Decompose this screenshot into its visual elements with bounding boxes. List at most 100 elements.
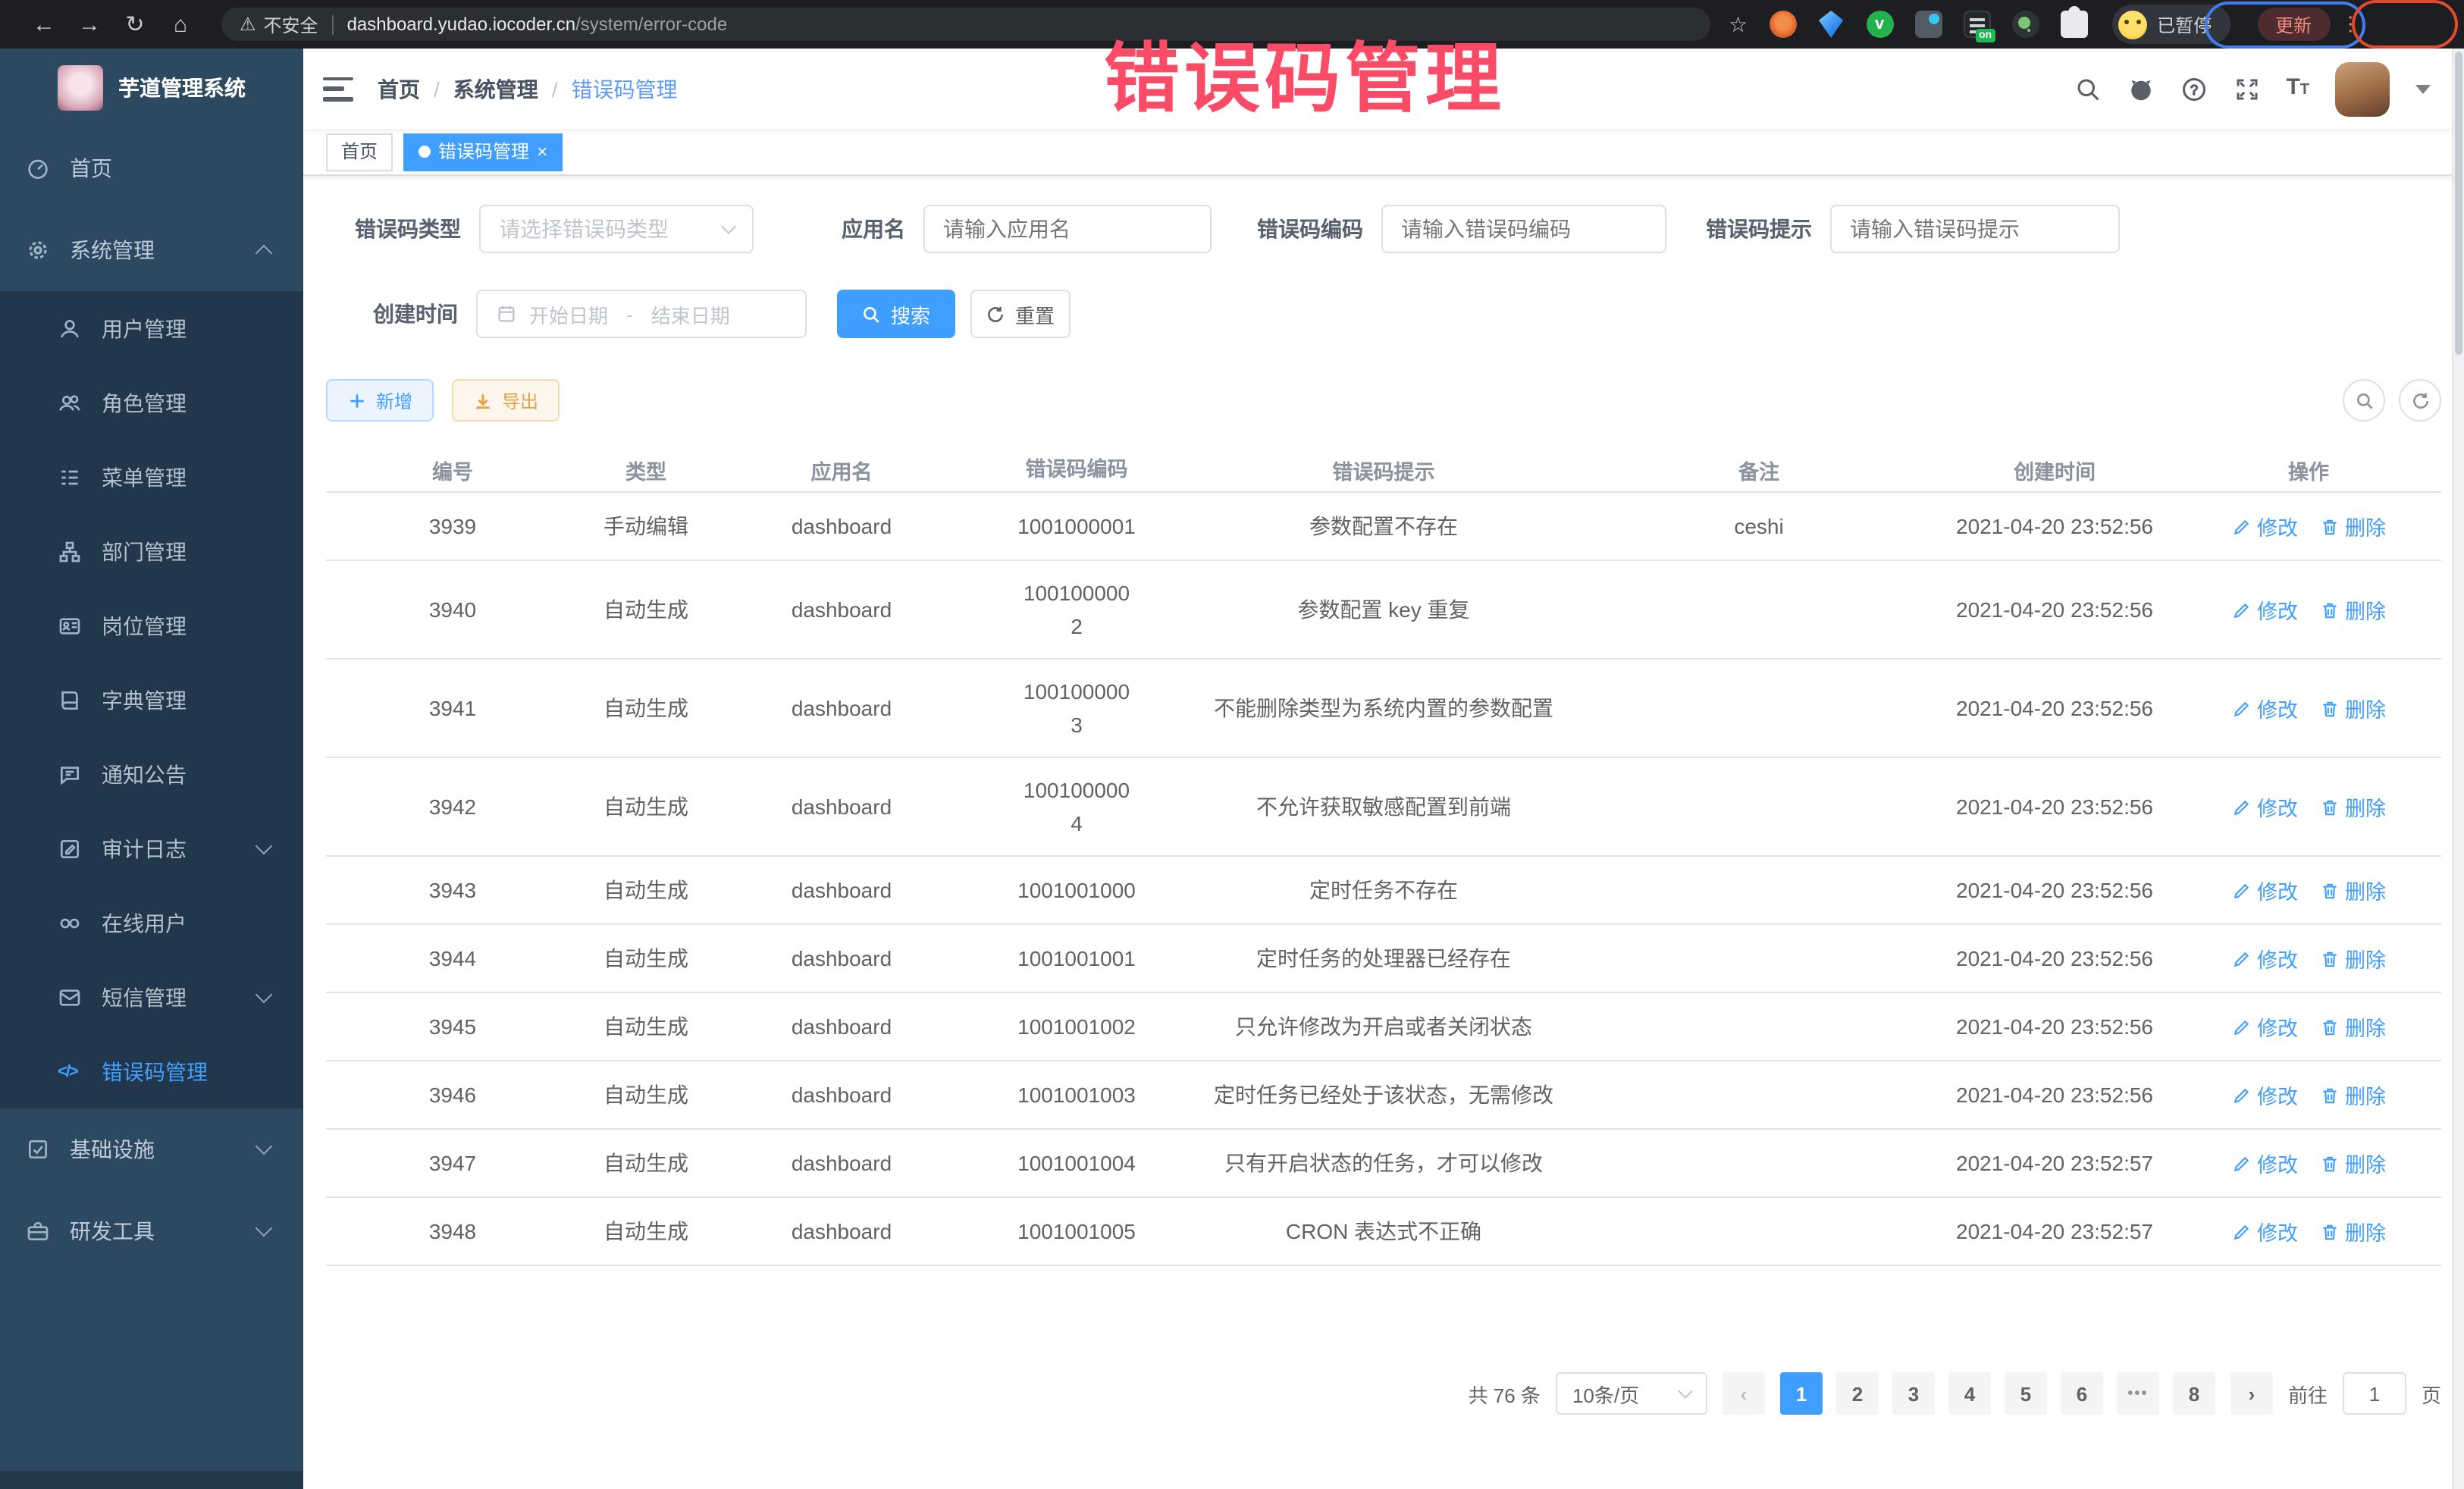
sidebar-item-sms[interactable]: 短信管理: [0, 960, 303, 1034]
reset-button[interactable]: 重置: [970, 290, 1071, 338]
browser-back-icon[interactable]: ←: [21, 11, 67, 37]
help-icon[interactable]: ?: [2180, 75, 2207, 102]
extension-icon-orange-shield[interactable]: [1769, 11, 1796, 38]
edit-link[interactable]: 修改: [2231, 792, 2298, 822]
page-more-button[interactable]: •••: [2117, 1372, 2159, 1415]
edit-link[interactable]: 修改: [2231, 1011, 2298, 1042]
delete-link[interactable]: 删除: [2319, 875, 2386, 905]
app-name-input[interactable]: [923, 205, 1212, 253]
bookmark-star-icon[interactable]: ☆: [1729, 11, 1748, 37]
sidebar-item-roles[interactable]: 角色管理: [0, 365, 303, 440]
cell-memo: [1585, 804, 1933, 810]
page-button-3[interactable]: 3: [1892, 1372, 1935, 1415]
browser-reload-icon[interactable]: ↻: [112, 11, 158, 38]
page-size-select[interactable]: 10条/页: [1556, 1372, 1707, 1415]
filter-row-2: 创建时间 开始日期 - 结束日期 搜索 重置: [326, 290, 2441, 338]
sidebar-item-error-code[interactable]: </> 错误码管理: [0, 1034, 303, 1108]
export-button[interactable]: 导出: [452, 379, 560, 422]
github-icon[interactable]: [2127, 75, 2154, 102]
search-button[interactable]: 搜索: [837, 290, 955, 338]
message-icon: [58, 985, 82, 1009]
search-icon[interactable]: [2074, 75, 2101, 102]
page-button-2[interactable]: 2: [1836, 1372, 1879, 1415]
cell-time: 2021-04-20 23:52:57: [1933, 1216, 2176, 1246]
sidebar-item-departments[interactable]: 部门管理: [0, 514, 303, 588]
delete-link[interactable]: 删除: [2319, 511, 2386, 541]
fullscreen-icon[interactable]: [2233, 75, 2260, 102]
page-scrollbar[interactable]: [2452, 49, 2464, 1489]
extension-icon-green-circle[interactable]: v: [1866, 11, 1893, 38]
create-time-range-picker[interactable]: 开始日期 - 结束日期: [476, 290, 807, 338]
delete-link[interactable]: 删除: [2319, 1148, 2386, 1178]
edit-link[interactable]: 修改: [2231, 693, 2298, 723]
next-page-button[interactable]: ›: [2230, 1372, 2273, 1415]
sidebar-item-audit-log[interactable]: 审计日志: [0, 811, 303, 886]
extensions-puzzle-icon[interactable]: [2060, 11, 2087, 38]
page-button-8[interactable]: 8: [2173, 1372, 2215, 1415]
address-bar[interactable]: ⚠ 不安全 dashboard.yudao.iocoder.cn/system/…: [221, 8, 1710, 41]
page-button-1[interactable]: 1: [1780, 1372, 1823, 1415]
sidebar-item-system[interactable]: 系统管理: [0, 209, 303, 291]
browser-forward-icon[interactable]: →: [67, 11, 112, 37]
app-title: 芋道管理系统: [118, 73, 246, 103]
edit-link[interactable]: 修改: [2231, 943, 2298, 973]
page-button-6[interactable]: 6: [2061, 1372, 2103, 1415]
page-button-4[interactable]: 4: [1948, 1372, 1991, 1415]
sidebar-item-menus[interactable]: 菜单管理: [0, 440, 303, 514]
refresh-button[interactable]: [2399, 379, 2441, 422]
error-type-select[interactable]: 请选择错误码类型: [479, 205, 754, 253]
delete-link[interactable]: 删除: [2319, 1011, 2386, 1042]
table-toolbar: 新增 导出: [326, 379, 2441, 422]
sidebar-item-online-users[interactable]: 在线用户: [0, 886, 303, 960]
browser-home-icon[interactable]: ⌂: [158, 11, 203, 37]
breadcrumb-home[interactable]: 首页: [378, 74, 420, 104]
goto-page-input[interactable]: [2343, 1372, 2406, 1415]
tag-close-icon[interactable]: ×: [537, 143, 547, 161]
tag-error-code[interactable]: 错误码管理 ×: [403, 133, 563, 171]
tag-home[interactable]: 首页: [326, 133, 393, 171]
chevron-up-icon: [255, 245, 273, 262]
sidebar-item-infrastructure[interactable]: 基础设施: [0, 1108, 303, 1190]
page-button-5[interactable]: 5: [2005, 1372, 2047, 1415]
delete-link[interactable]: 删除: [2319, 1216, 2386, 1246]
cell-msg: 定时任务的处理器已经存在: [1183, 940, 1585, 976]
sidebar-item-dictionary[interactable]: 字典管理: [0, 663, 303, 737]
error-msg-input[interactable]: [1830, 205, 2120, 253]
delete-link[interactable]: 删除: [2319, 943, 2386, 973]
extension-icon-green-key[interactable]: [2011, 11, 2039, 38]
extension-icon-grid[interactable]: [1914, 11, 1942, 38]
edit-link[interactable]: 修改: [2231, 875, 2298, 905]
edit-link[interactable]: 修改: [2231, 511, 2298, 541]
delete-link[interactable]: 删除: [2319, 594, 2386, 625]
breadcrumb-system[interactable]: 系统管理: [453, 74, 538, 104]
delete-link[interactable]: 删除: [2319, 792, 2386, 822]
prev-page-button[interactable]: ‹: [1723, 1372, 1765, 1415]
app-logo-row[interactable]: 芋道管理系统: [0, 49, 303, 127]
user-avatar[interactable]: [2335, 61, 2390, 116]
extension-icon-blue-gem[interactable]: [1817, 11, 1845, 38]
cell-id: 3940: [326, 594, 579, 625]
avatar-caret-down-icon[interactable]: [2415, 84, 2431, 93]
sidebar-item-users[interactable]: 用户管理: [0, 291, 303, 365]
edit-link[interactable]: 修改: [2231, 1080, 2298, 1110]
toggle-search-button[interactable]: [2343, 379, 2385, 422]
error-code-input[interactable]: [1381, 205, 1666, 253]
edit-link[interactable]: 修改: [2231, 594, 2298, 625]
browser-menu-kebab-icon[interactable]: ⋮: [2340, 12, 2360, 36]
table-tools: [2343, 379, 2441, 422]
edit-link[interactable]: 修改: [2231, 1148, 2298, 1178]
font-size-icon[interactable]: TT: [2286, 74, 2309, 104]
sidebar-item-dev-tools[interactable]: 研发工具: [0, 1190, 303, 1272]
edit-link[interactable]: 修改: [2231, 1216, 2298, 1246]
sidebar-item-home[interactable]: 首页: [0, 127, 303, 209]
sidebar-item-notices[interactable]: 通知公告: [0, 737, 303, 811]
hamburger-icon[interactable]: [323, 77, 353, 101]
delete-link[interactable]: 删除: [2319, 1080, 2386, 1110]
add-button[interactable]: 新增: [326, 379, 434, 422]
scrollbar-thumb[interactable]: [2455, 52, 2462, 355]
browser-profile-button[interactable]: 已暂停: [2111, 5, 2230, 44]
sidebar-item-posts[interactable]: 岗位管理: [0, 588, 303, 663]
delete-link[interactable]: 删除: [2319, 693, 2386, 723]
browser-update-button[interactable]: 更新: [2257, 8, 2330, 41]
extension-icon-dark-list[interactable]: on: [1963, 11, 1990, 38]
